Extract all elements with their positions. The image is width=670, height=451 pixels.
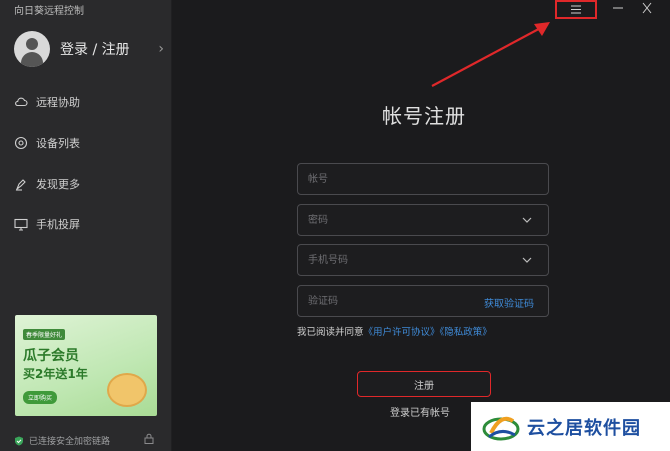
hamburger-menu-icon [571,5,581,14]
sidebar-item-label: 手机投屏 [36,218,80,231]
privacy-policy-link[interactable]: 《隐私政策》 [440,327,492,338]
screen-cast-icon [14,217,28,231]
sidebar-item-device-list[interactable]: 设备列表 [14,135,80,151]
shield-icon [15,436,23,445]
sidebar-item-label: 远程协助 [36,96,80,109]
discover-icon [14,177,28,191]
chevron-right-icon: › [158,41,164,57]
security-status-text: 已连接安全加密链路 [29,437,111,447]
app-title: 向日葵远程控制 [14,6,84,17]
snail-shell-illustration [107,373,147,407]
promo-subtitle: 买2年送1年 [23,367,88,381]
close-icon[interactable] [640,2,654,14]
minimize-icon[interactable] [611,2,625,14]
promo-banner[interactable]: 春季限量好礼 瓜子会员 买2年送1年 立即购买 [15,315,157,416]
account-field[interactable] [297,163,549,195]
annotation-arrow [431,22,550,87]
promo-buy-button[interactable]: 立即购买 [23,391,58,404]
sidebar: 向日葵远程控制 登录 / 注册 › 远程协助 设备列表 发现更多 手机投屏 春季… [0,0,172,451]
watermark-text: 云之居软件园 [527,417,641,439]
phone-field[interactable] [297,244,549,276]
chevron-down-icon[interactable] [522,215,532,225]
devices-icon [14,136,28,150]
verification-code-input[interactable] [298,286,498,316]
promo-title: 瓜子会员 [23,348,79,364]
sidebar-item-screen-cast[interactable]: 手机投屏 [14,216,80,232]
verification-code-field[interactable]: 获取验证码 [297,285,549,317]
lock-icon[interactable] [144,433,154,444]
agreement-prefix: 我已阅读并同意 [297,327,364,338]
avatar[interactable] [14,31,50,67]
sidebar-item-remote-assist[interactable]: 远程协助 [14,94,80,110]
menu-button[interactable] [555,0,597,19]
account-input[interactable] [298,164,498,194]
get-code-link[interactable]: 获取验证码 [484,295,534,310]
page-title: 帐号注册 [382,104,466,128]
phone-input[interactable] [298,245,498,275]
sidebar-item-label: 发现更多 [36,178,80,191]
sidebar-item-label: 设备列表 [36,137,80,150]
password-input[interactable] [298,205,498,235]
watermark-logo-icon [482,416,520,440]
security-status: 已连接安全加密链路 [14,434,110,447]
login-existing-link[interactable]: 登录已有帐号 [390,404,450,419]
login-register-label: 登录 / 注册 [60,42,130,58]
user-agreement-link[interactable]: 《用户许可协议》 [364,327,440,338]
register-button[interactable]: 注册 [357,371,491,397]
login-register-row[interactable]: 登录 / 注册 › [14,31,164,67]
agreement-text: 我已阅读并同意《用户许可协议》《隐私政策》 [297,324,492,338]
password-field[interactable] [297,204,549,236]
watermark: 云之居软件园 [471,402,670,451]
chevron-down-icon[interactable] [522,255,532,265]
promo-tag: 春季限量好礼 [23,329,66,340]
cloud-icon [14,95,28,109]
sidebar-item-discover[interactable]: 发现更多 [14,176,80,192]
